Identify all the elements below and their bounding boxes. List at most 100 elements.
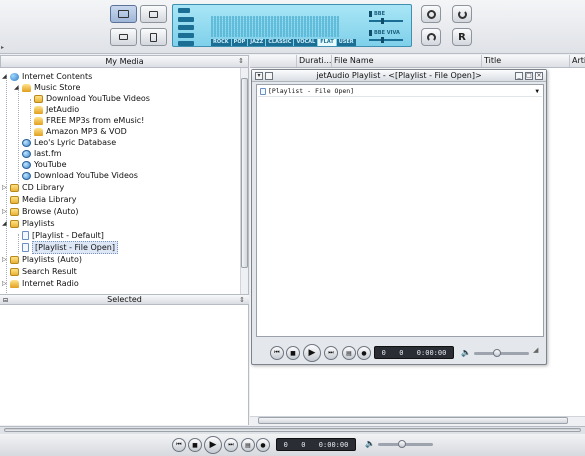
eq-toggle-button[interactable]: [178, 17, 194, 22]
bottom-next-button[interactable]: ⏭: [224, 438, 238, 452]
power-button[interactable]: [452, 5, 472, 23]
preset-jazz[interactable]: JAZZ: [248, 39, 266, 46]
bottom-play-button[interactable]: ▶: [204, 436, 222, 454]
col-duration[interactable]: Durati...: [296, 55, 334, 67]
col-title[interactable]: Title: [481, 55, 571, 67]
expander-closed-icon[interactable]: ▷: [2, 185, 7, 191]
bbe-slider[interactable]: [369, 18, 403, 24]
tree-item-lastfm[interactable]: last.fm: [22, 148, 62, 159]
tree-item-internet-contents[interactable]: ◢ Internet Contents: [2, 71, 92, 82]
repeat-button[interactable]: [421, 28, 441, 46]
repeat-icon: [426, 32, 436, 42]
layout-toggle-button[interactable]: [110, 5, 137, 23]
playlist-window-titlebar[interactable]: ▾ jetAudio Playlist - <[Playlist - File …: [252, 70, 546, 82]
time-clock: 0:00:00: [318, 440, 349, 449]
preset-vocal[interactable]: VOCAL: [294, 39, 318, 46]
bottom-prev-button[interactable]: ⏮: [172, 438, 186, 452]
eq-save-button[interactable]: [178, 33, 194, 38]
tree-item-amazon[interactable]: Amazon MP3 & VOD: [34, 126, 127, 137]
stop-button[interactable]: ■: [286, 346, 300, 360]
bbe-viva-toggle[interactable]: [369, 30, 372, 36]
playlist-button[interactable]: ▤: [342, 346, 356, 360]
maximize-icon[interactable]: □: [525, 72, 533, 80]
tree-item-music-store[interactable]: ◢ Music Store: [14, 82, 80, 93]
expander-closed-icon[interactable]: ▷: [2, 281, 7, 287]
bottom-record-button[interactable]: ●: [256, 438, 270, 452]
bbe-toggle[interactable]: [369, 11, 372, 17]
tree-item-cd-library[interactable]: ▷ CD Library: [2, 182, 64, 193]
bottom-volume-knob[interactable]: [398, 440, 406, 448]
header-menu-icon[interactable]: ⇕: [238, 57, 244, 65]
lcd-mode-button[interactable]: [178, 8, 190, 13]
folder-icon: [10, 219, 19, 228]
r-button[interactable]: R: [452, 28, 472, 46]
tree-item-download-youtube[interactable]: Download YouTube Videos: [22, 170, 138, 181]
expander-open-icon[interactable]: ◢: [2, 74, 7, 80]
tree-scrollbar-thumb[interactable]: [241, 78, 248, 268]
volume-knob[interactable]: [493, 349, 501, 357]
eq-reset-button[interactable]: [178, 41, 194, 46]
playlist-dropdown[interactable]: [Playlist - File Open] ▼: [258, 86, 542, 97]
expander-closed-icon[interactable]: ▷: [2, 209, 7, 215]
expander-open-icon[interactable]: ◢: [2, 221, 7, 227]
collapse-arrow-icon[interactable]: ▸: [1, 44, 4, 51]
record-small-button[interactable]: ●: [357, 346, 371, 360]
tree-item-media-library[interactable]: Media Library: [10, 194, 77, 205]
bottom-playlist-button[interactable]: ▤: [241, 438, 255, 452]
calculator-button[interactable]: [140, 28, 167, 46]
equalizer-bands[interactable]: [211, 16, 339, 37]
folder-icon: [10, 195, 19, 204]
prev-button[interactable]: ⏮: [270, 346, 284, 360]
tree-item-browse-auto[interactable]: ▷ Browse (Auto): [2, 206, 79, 217]
preset-rock[interactable]: ROCK: [211, 39, 231, 46]
tree-item-download-youtube-store[interactable]: Download YouTube Videos: [34, 93, 150, 104]
expander-closed-icon[interactable]: ▷: [2, 257, 7, 263]
preset-user[interactable]: USER: [336, 39, 356, 46]
col-artist[interactable]: Arti: [569, 55, 585, 67]
tree-item-playlists[interactable]: ◢ Playlists: [2, 218, 55, 229]
window-restore-icon[interactable]: [265, 72, 273, 80]
dropdown-arrow-icon[interactable]: ▼: [535, 88, 539, 95]
window-menu-icon[interactable]: ▾: [255, 72, 263, 80]
tree-item-jetaudio[interactable]: JetAudio: [34, 104, 79, 115]
expander-open-icon[interactable]: ◢: [14, 85, 19, 91]
tree-item-emusic[interactable]: FREE MP3s from eMusic!: [34, 115, 144, 126]
preset-flat[interactable]: FLAT: [318, 39, 336, 46]
play-icon: ▶: [308, 348, 316, 358]
tree-item-playlists-auto[interactable]: ▷ Playlists (Auto): [2, 254, 82, 265]
bottom-volume-icon[interactable]: 🔈: [365, 439, 375, 448]
file-list-scrollbar-thumb[interactable]: [258, 417, 568, 424]
bbe-slider-knob[interactable]: [381, 18, 384, 24]
bottom-stop-button[interactable]: ■: [188, 438, 202, 452]
resize-grip-icon[interactable]: ◢: [533, 346, 538, 354]
preset-classic[interactable]: CLASSIC: [266, 39, 294, 46]
volume-icon[interactable]: 🔈: [461, 348, 471, 357]
tree-item-playlist-file-open[interactable]: [Playlist - File Open]: [22, 241, 118, 254]
bottom-transport-bar: ⏮ ■ ▶ ⏭ ▤ ● 0 0 0:00:00 🔈: [0, 434, 585, 456]
play-button[interactable]: ▶: [303, 344, 321, 362]
eq-preset-button[interactable]: [178, 25, 194, 30]
minimize-icon[interactable]: _: [515, 72, 523, 80]
close-icon[interactable]: ×: [535, 72, 543, 80]
time-field-a: 0: [381, 348, 386, 357]
tree-item-youtube[interactable]: YouTube: [22, 159, 67, 170]
col-file-name[interactable]: File Name: [331, 55, 479, 67]
tree-item-search-result[interactable]: Search Result: [10, 266, 77, 277]
tree-item-lyric-database[interactable]: Leo's Lyric Database: [22, 137, 116, 148]
next-button[interactable]: ⏭: [324, 346, 338, 360]
window-icon: [149, 10, 158, 18]
selected-menu-icon[interactable]: ⇕: [239, 295, 245, 305]
time-clock: 0:00:00: [416, 348, 447, 357]
volume-slider[interactable]: [474, 352, 529, 355]
tree-item-playlist-default[interactable]: [Playlist - Default]: [22, 230, 104, 241]
seek-bar[interactable]: [4, 428, 581, 432]
playlist-window-title: jetAudio Playlist - <[Playlist - File Op…: [316, 71, 482, 80]
prev-icon: ⏮: [176, 441, 182, 448]
window-mode-button[interactable]: [140, 5, 167, 23]
tree-item-internet-radio[interactable]: ▷ Internet Radio: [2, 278, 79, 289]
bbe-viva-slider[interactable]: [369, 37, 403, 43]
bbe-viva-slider-knob[interactable]: [381, 37, 384, 43]
preset-pop[interactable]: POP: [231, 39, 248, 46]
mini-player-button[interactable]: [110, 28, 137, 46]
record-button[interactable]: [421, 5, 441, 23]
